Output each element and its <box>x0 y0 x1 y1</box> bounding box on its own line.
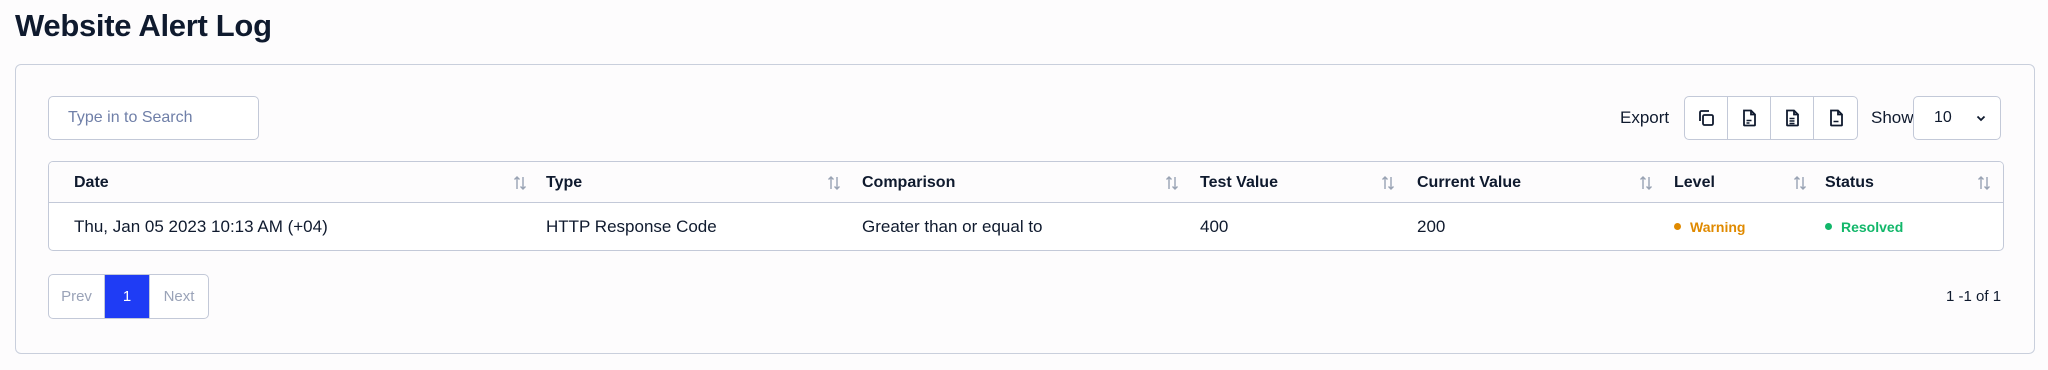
cell-test-value: 400 <box>1200 216 1229 236</box>
sort-icon[interactable] <box>1791 174 1809 192</box>
alert-table: Date Type Comparison Test Value Current … <box>48 161 2004 251</box>
table-header: Date Type Comparison Test Value Current … <box>49 162 2003 203</box>
page-size-select[interactable]: 10 <box>1913 96 2001 140</box>
column-header-status[interactable]: Status <box>1825 162 1874 203</box>
cell-type: HTTP Response Code <box>546 216 717 236</box>
pdf-file-icon <box>1829 109 1843 127</box>
page-title: Website Alert Log <box>15 8 272 43</box>
show-label: Show <box>1871 108 1914 127</box>
column-header-type[interactable]: Type <box>546 162 582 203</box>
copy-button[interactable] <box>1685 97 1728 139</box>
excel-file-icon <box>1786 109 1799 127</box>
export-excel-button[interactable] <box>1771 97 1814 139</box>
page-button-current[interactable]: 1 <box>105 275 149 318</box>
level-badge: Warning <box>1674 219 1745 235</box>
resolved-dot-icon <box>1825 223 1832 230</box>
cell-status: Resolved <box>1825 203 1903 250</box>
page-size-value: 10 <box>1934 109 1952 126</box>
chevron-down-icon <box>1976 115 1986 122</box>
status-badge: Resolved <box>1825 219 1903 235</box>
alert-log-card: Export <box>15 64 2035 354</box>
cell-date: Thu, Jan 05 2023 10:13 AM (+04) <box>74 216 328 236</box>
csv-file-icon <box>1743 109 1756 127</box>
export-label: Export <box>1620 108 1670 127</box>
sort-icon[interactable] <box>511 174 529 192</box>
cell-comparison: Greater than or equal to <box>862 216 1043 236</box>
sort-icon[interactable] <box>1163 174 1181 192</box>
copy-icon <box>1699 110 1714 126</box>
export-pdf-button[interactable] <box>1814 97 1857 139</box>
column-header-current-value[interactable]: Current Value <box>1417 162 1521 203</box>
column-header-test-value[interactable]: Test Value <box>1200 162 1278 203</box>
sort-icon[interactable] <box>1379 174 1397 192</box>
next-page-button[interactable]: Next <box>149 275 208 318</box>
sort-icon[interactable] <box>1975 174 1993 192</box>
sort-icon[interactable] <box>1637 174 1655 192</box>
export-button-group <box>1684 96 1858 140</box>
column-header-level[interactable]: Level <box>1674 162 1715 203</box>
cell-level: Warning <box>1674 203 1745 250</box>
sort-icon[interactable] <box>825 174 843 192</box>
table-row: Thu, Jan 05 2023 10:13 AM (+04) HTTP Res… <box>49 203 2003 250</box>
pagination: Prev 1 Next <box>48 274 209 319</box>
search-input[interactable] <box>48 96 259 140</box>
warning-dot-icon <box>1674 223 1681 230</box>
pagination-range: 1 -1 of 1 <box>1946 288 2002 305</box>
column-header-date[interactable]: Date <box>74 162 109 203</box>
cell-current-value: 200 <box>1417 216 1446 236</box>
column-header-comparison[interactable]: Comparison <box>862 162 955 203</box>
prev-page-button[interactable]: Prev <box>49 275 105 318</box>
export-csv-button[interactable] <box>1728 97 1771 139</box>
